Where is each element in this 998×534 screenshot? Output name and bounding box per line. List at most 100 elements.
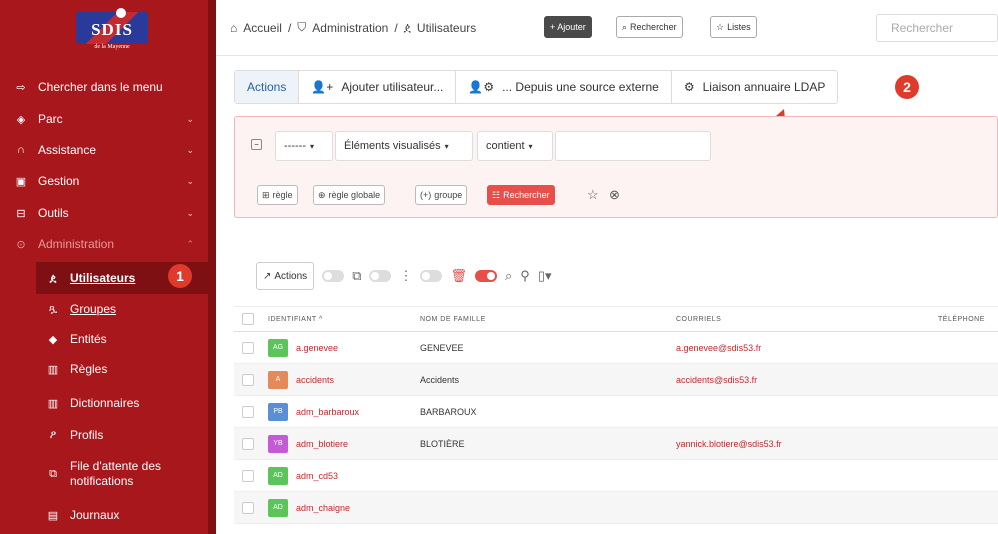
sidebar-scroll-edge — [208, 0, 216, 534]
row-checkbox[interactable] — [242, 469, 254, 482]
sidebar-sub-entites[interactable]: ◆ Entités — [36, 324, 208, 354]
star-icon: ☆ — [716, 21, 725, 32]
table-row[interactable]: AD adm_cd53 — [234, 460, 998, 492]
star-icon[interactable]: ☆ — [587, 187, 599, 203]
criteria-field-select[interactable]: ------ ▾ — [275, 131, 333, 161]
lists-button[interactable]: ☆ Listes — [710, 16, 757, 38]
sidebar-item-parc[interactable]: ◈ Parc ⌄ — [0, 104, 208, 134]
chevron-down-icon: ⌄ — [186, 207, 194, 218]
sidebar-sub-profils[interactable]: ዖ Profils — [36, 420, 208, 450]
table-row[interactable]: AG a.genevee GENEVEE a.genevee@sdis53.fr — [234, 332, 998, 364]
search-button[interactable]: ⌕ Rechercher — [616, 16, 683, 38]
toggle-2[interactable] — [369, 270, 392, 282]
list-search-icon: ☷ — [492, 189, 501, 200]
user-link[interactable]: a.genevee — [296, 343, 338, 353]
table-row[interactable]: YB adm_blotiere BLOTIÈRE yannick.blotiere@s… — [234, 428, 998, 460]
briefcase-icon: ⊟ — [16, 207, 26, 220]
sidebar-sub-journaux[interactable]: ▤ Journaux — [36, 500, 208, 530]
tab-external-source[interactable]: 👤⚙ ... Depuis une source externe — [456, 71, 672, 103]
add-group-button[interactable]: (+) groupe — [415, 185, 468, 205]
logo-area: SDIS de la Mayenne — [0, 0, 216, 64]
chevron-down-icon: ▾ — [444, 141, 449, 151]
criteria-value-input[interactable] — [555, 131, 711, 161]
table-row[interactable]: PB adm_barbaroux BARBAROUX — [234, 396, 998, 428]
callout-badge-2: 2 — [895, 75, 919, 99]
last-name: BARBAROUX — [420, 406, 477, 417]
home-icon: ⌂ — [230, 20, 238, 35]
col-identifiant[interactable]: IDENTIFIANT ^ — [268, 316, 323, 323]
shield-icon: ⊙ — [16, 238, 26, 251]
chevron-down-icon: ▾ — [528, 141, 533, 151]
email[interactable]: yannick.blotiere@sdis53.fr — [676, 439, 782, 449]
criteria-item-select[interactable]: Éléments visualisés ▾ — [335, 131, 473, 161]
shield-icon: ⛉ — [297, 20, 307, 34]
user-cog-icon: 👤⚙ — [468, 80, 495, 94]
global-search-input[interactable]: Rechercher — [876, 14, 998, 42]
add-rule-button[interactable]: ⊞ règle — [257, 185, 298, 205]
sidebar-item-administration[interactable]: ⊙ Administration ⌃ — [0, 229, 208, 259]
email[interactable]: accidents@sdis53.fr — [676, 375, 757, 385]
massive-actions-button[interactable]: ↗ Actions — [256, 262, 315, 290]
search-icon[interactable]: ⌕ — [505, 268, 512, 284]
breadcrumb-administration[interactable]: Administration — [312, 21, 388, 35]
col-courriels[interactable]: COURRIELS — [676, 316, 721, 323]
col-nom[interactable]: NOM DE FAMILLE — [420, 316, 486, 323]
export-icon[interactable]: ▯▾ — [538, 268, 552, 284]
add-button[interactable]: + Ajouter — [544, 16, 592, 38]
row-checkbox[interactable] — [242, 501, 254, 514]
add-global-rule-button[interactable]: ⊕ règle globale — [313, 185, 386, 205]
user-link[interactable]: adm_barbaroux — [296, 407, 359, 417]
user-link[interactable]: adm_blotiere — [296, 439, 348, 449]
tab-actions[interactable]: Actions — [235, 71, 300, 103]
email[interactable]: a.genevee@sdis53.fr — [676, 343, 761, 353]
gamepad-icon: ◈ — [16, 113, 26, 126]
collapse-icon[interactable]: − — [251, 139, 262, 150]
sidebar-item-outils[interactable]: ⊟ Outils ⌄ — [0, 198, 208, 228]
criteria-operator-select[interactable]: contient ▾ — [477, 131, 553, 161]
table-row[interactable]: Aaccidents Accidents accidents@sdis53.fr — [234, 364, 998, 396]
tab-ldap-link[interactable]: ⚙ Liaison annuaire LDAP — [672, 71, 838, 103]
sidebar-search-menu[interactable]: ⇨ Chercher dans le menu — [0, 72, 208, 102]
user-link[interactable]: adm_chaigne — [296, 503, 350, 513]
select-all-checkbox[interactable] — [242, 313, 254, 325]
chevron-down-icon: ▾ — [309, 141, 314, 151]
trash-icon[interactable]: 🗑 — [450, 268, 467, 284]
user-plus-icon: 👤+ — [311, 80, 334, 94]
avatar: AD — [268, 498, 288, 517]
col-telephone[interactable]: TÉLÉPHONE — [938, 316, 985, 323]
tree-icon[interactable]: ⋮ — [399, 268, 412, 284]
sdis-logo[interactable]: SDIS de la Mayenne — [76, 8, 148, 58]
news-icon: ▤ — [47, 509, 59, 522]
toggle-3[interactable] — [420, 270, 443, 282]
user-link[interactable]: adm_cd53 — [296, 471, 338, 481]
sidebar-sub-notifications[interactable]: ⧉ File d'attente des notifications — [36, 454, 208, 494]
breadcrumb-accueil[interactable]: Accueil — [243, 21, 282, 35]
top-bar: ⌂ Accueil / ⛉ Administration / ዸ Utilisa… — [216, 0, 998, 56]
user-icon: ዸ — [49, 271, 57, 284]
row-checkbox[interactable] — [242, 341, 254, 354]
sidebar-sub-regles[interactable]: ▥ Règles — [36, 354, 208, 384]
sidebar-sub-dictionnaires[interactable]: ▥ Dictionnaires — [36, 388, 208, 418]
user-check-icon: ዖ — [49, 428, 57, 441]
table-row[interactable]: AD adm_chaigne — [234, 492, 998, 524]
row-checkbox[interactable] — [242, 373, 254, 386]
brackets-icon: (+) — [420, 190, 432, 200]
tab-add-user[interactable]: 👤+ Ajouter utilisateur... — [299, 71, 457, 103]
sidebar-sub-groupes[interactable]: ጿ Groupes — [36, 294, 208, 324]
toggle-1[interactable] — [322, 270, 345, 282]
avatar: YB — [268, 434, 288, 453]
toggle-search[interactable] — [475, 270, 497, 282]
reset-icon[interactable]: ⊗ — [609, 187, 620, 203]
sidebar-item-gestion[interactable]: ▣ Gestion ⌄ — [0, 166, 208, 196]
sidebar-item-assistance[interactable]: ∩ Assistance ⌄ — [0, 135, 208, 165]
row-checkbox[interactable] — [242, 437, 254, 450]
breadcrumb-utilisateurs[interactable]: Utilisateurs — [417, 21, 476, 35]
bell-plus-icon: ⧉ — [49, 467, 57, 480]
grid-icon[interactable]: ⧉ — [352, 268, 361, 284]
user-link[interactable]: accidents — [296, 375, 334, 385]
row-checkbox[interactable] — [242, 405, 254, 418]
avatar: PB — [268, 402, 288, 421]
filter-search-button[interactable]: ☷ Rechercher — [487, 185, 555, 205]
logo-subtitle: de la Mayenne — [94, 44, 130, 50]
search-cog-icon[interactable]: ⚲ — [520, 268, 530, 284]
